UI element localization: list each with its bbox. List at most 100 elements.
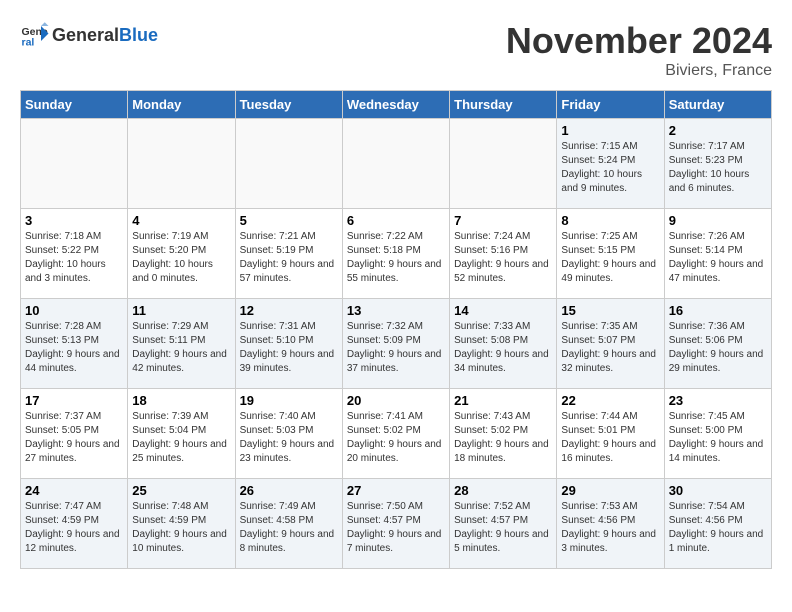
- weekday-header: Tuesday: [235, 91, 342, 119]
- calendar-cell: 12Sunrise: 7:31 AM Sunset: 5:10 PM Dayli…: [235, 299, 342, 389]
- calendar-cell: 18 Sunrise: 7:39 AM Sunset: 5:04 PM Dayli…: [128, 389, 235, 479]
- calendar-body: 1 Sunrise: 7:15 AM Sunset: 5:24 PM Daylig…: [21, 119, 772, 569]
- calendar-cell: 2 Sunrise: 7:17 AM Sunset: 5:23 PM Daylig…: [664, 119, 771, 209]
- calendar-week-row: 24 Sunrise: 7:47 AM Sunset: 4:59 PM Dayli…: [21, 479, 772, 569]
- day-number: 8: [561, 213, 659, 228]
- calendar-cell: 19Sunrise: 7:40 AM Sunset: 5:03 PM Dayli…: [235, 389, 342, 479]
- day-number: 15: [561, 303, 659, 318]
- day-info: Sunrise: 7:35 AM Sunset: 5:07 PM Dayligh…: [561, 320, 659, 376]
- day-number: 28: [454, 483, 552, 498]
- calendar-cell: 1 Sunrise: 7:15 AM Sunset: 5:24 PM Daylig…: [557, 119, 664, 209]
- calendar-week-row: 17 Sunrise: 7:37 AM Sunset: 5:05 PM Dayli…: [21, 389, 772, 479]
- day-number: 17: [25, 393, 123, 408]
- calendar-cell: 29Sunrise: 7:53 AM Sunset: 4:56 PM Dayli…: [557, 479, 664, 569]
- calendar-cell: 11 Sunrise: 7:29 AM Sunset: 5:11 PM Dayli…: [128, 299, 235, 389]
- svg-text:ral: ral: [22, 37, 35, 49]
- day-info: Sunrise: 7:45 AM Sunset: 5:00 PM Dayligh…: [669, 410, 767, 466]
- day-number: 18: [132, 393, 230, 408]
- day-number: 24: [25, 483, 123, 498]
- day-info: Sunrise: 7:36 AM Sunset: 5:06 PM Dayligh…: [669, 320, 767, 376]
- calendar-cell: 27 Sunrise: 7:50 AM Sunset: 4:57 PM Dayli…: [342, 479, 449, 569]
- calendar-cell: 14 Sunrise: 7:33 AM Sunset: 5:08 PM Dayli…: [450, 299, 557, 389]
- day-number: 30: [669, 483, 767, 498]
- calendar-cell: [21, 119, 128, 209]
- weekday-header: Friday: [557, 91, 664, 119]
- calendar-cell: 10 Sunrise: 7:28 AM Sunset: 5:13 PM Dayli…: [21, 299, 128, 389]
- day-number: 20: [347, 393, 445, 408]
- day-number: 27: [347, 483, 445, 498]
- day-info: Sunrise: 7:17 AM Sunset: 5:23 PM Dayligh…: [669, 140, 767, 196]
- calendar-cell: 4 Sunrise: 7:19 AM Sunset: 5:20 PM Daylig…: [128, 209, 235, 299]
- calendar-cell: 26 Sunrise: 7:49 AM Sunset: 4:58 PM Dayli…: [235, 479, 342, 569]
- day-info: Sunrise: 7:43 AM Sunset: 5:02 PM Dayligh…: [454, 410, 552, 466]
- calendar-cell: 20Sunrise: 7:41 AM Sunset: 5:02 PM Dayli…: [342, 389, 449, 479]
- day-info: Sunrise: 7:53 AM Sunset: 4:56 PM Dayligh…: [561, 500, 659, 556]
- day-info: Sunrise: 7:28 AM Sunset: 5:13 PM Dayligh…: [25, 320, 123, 376]
- day-number: 6: [347, 213, 445, 228]
- day-number: 9: [669, 213, 767, 228]
- day-info: Sunrise: 7:26 AM Sunset: 5:14 PM Dayligh…: [669, 230, 767, 286]
- day-number: 23: [669, 393, 767, 408]
- day-info: Sunrise: 7:39 AM Sunset: 5:04 PM Dayligh…: [132, 410, 230, 466]
- calendar-cell: 13Sunrise: 7:32 AM Sunset: 5:09 PM Dayli…: [342, 299, 449, 389]
- calendar-cell: 25 Sunrise: 7:48 AM Sunset: 4:59 PM Dayli…: [128, 479, 235, 569]
- day-number: 22: [561, 393, 659, 408]
- calendar-week-row: 1 Sunrise: 7:15 AM Sunset: 5:24 PM Daylig…: [21, 119, 772, 209]
- day-number: 25: [132, 483, 230, 498]
- day-number: 14: [454, 303, 552, 318]
- day-info: Sunrise: 7:29 AM Sunset: 5:11 PM Dayligh…: [132, 320, 230, 376]
- day-number: 10: [25, 303, 123, 318]
- day-info: Sunrise: 7:25 AM Sunset: 5:15 PM Dayligh…: [561, 230, 659, 286]
- day-info: Sunrise: 7:21 AM Sunset: 5:19 PM Dayligh…: [240, 230, 338, 286]
- calendar-cell: 16Sunrise: 7:36 AM Sunset: 5:06 PM Dayli…: [664, 299, 771, 389]
- calendar-cell: 30 Sunrise: 7:54 AM Sunset: 4:56 PM Dayli…: [664, 479, 771, 569]
- calendar-cell: 8 Sunrise: 7:25 AM Sunset: 5:15 PM Daylig…: [557, 209, 664, 299]
- day-info: Sunrise: 7:37 AM Sunset: 5:05 PM Dayligh…: [25, 410, 123, 466]
- logo-blue: Blue: [119, 25, 158, 45]
- calendar-cell: 21 Sunrise: 7:43 AM Sunset: 5:02 PM Dayli…: [450, 389, 557, 479]
- calendar-cell: 5Sunrise: 7:21 AM Sunset: 5:19 PM Daylig…: [235, 209, 342, 299]
- day-info: Sunrise: 7:50 AM Sunset: 4:57 PM Dayligh…: [347, 500, 445, 556]
- day-number: 19: [240, 393, 338, 408]
- calendar-cell: [450, 119, 557, 209]
- day-info: Sunrise: 7:22 AM Sunset: 5:18 PM Dayligh…: [347, 230, 445, 286]
- calendar-week-row: 10 Sunrise: 7:28 AM Sunset: 5:13 PM Dayli…: [21, 299, 772, 389]
- day-info: Sunrise: 7:47 AM Sunset: 4:59 PM Dayligh…: [25, 500, 123, 556]
- header: Gene ral GeneralBlue November 2024 Bivie…: [20, 20, 772, 80]
- day-info: Sunrise: 7:19 AM Sunset: 5:20 PM Dayligh…: [132, 230, 230, 286]
- calendar-cell: 24 Sunrise: 7:47 AM Sunset: 4:59 PM Dayli…: [21, 479, 128, 569]
- logo-text: GeneralBlue: [52, 25, 158, 46]
- day-info: Sunrise: 7:15 AM Sunset: 5:24 PM Dayligh…: [561, 140, 659, 196]
- day-number: 2: [669, 123, 767, 138]
- day-info: Sunrise: 7:48 AM Sunset: 4:59 PM Dayligh…: [132, 500, 230, 556]
- logo-general: General: [52, 25, 119, 45]
- calendar-cell: [128, 119, 235, 209]
- day-number: 4: [132, 213, 230, 228]
- calendar-cell: 3Sunrise: 7:18 AM Sunset: 5:22 PM Daylig…: [21, 209, 128, 299]
- day-info: Sunrise: 7:54 AM Sunset: 4:56 PM Dayligh…: [669, 500, 767, 556]
- month-title: November 2024: [506, 20, 772, 62]
- day-number: 7: [454, 213, 552, 228]
- day-number: 1: [561, 123, 659, 138]
- day-info: Sunrise: 7:33 AM Sunset: 5:08 PM Dayligh…: [454, 320, 552, 376]
- weekday-header: Saturday: [664, 91, 771, 119]
- weekday-header: Thursday: [450, 91, 557, 119]
- calendar-header-row: SundayMondayTuesdayWednesdayThursdayFrid…: [21, 91, 772, 119]
- calendar-cell: [235, 119, 342, 209]
- calendar-cell: 17 Sunrise: 7:37 AM Sunset: 5:05 PM Dayli…: [21, 389, 128, 479]
- weekday-header: Wednesday: [342, 91, 449, 119]
- day-info: Sunrise: 7:49 AM Sunset: 4:58 PM Dayligh…: [240, 500, 338, 556]
- weekday-header: Sunday: [21, 91, 128, 119]
- logo: Gene ral GeneralBlue: [20, 20, 158, 50]
- day-number: 11: [132, 303, 230, 318]
- day-info: Sunrise: 7:44 AM Sunset: 5:01 PM Dayligh…: [561, 410, 659, 466]
- title-area: November 2024 Biviers, France: [506, 20, 772, 80]
- day-number: 21: [454, 393, 552, 408]
- day-info: Sunrise: 7:31 AM Sunset: 5:10 PM Dayligh…: [240, 320, 338, 376]
- day-info: Sunrise: 7:24 AM Sunset: 5:16 PM Dayligh…: [454, 230, 552, 286]
- calendar-cell: 22 Sunrise: 7:44 AM Sunset: 5:01 PM Dayli…: [557, 389, 664, 479]
- calendar-cell: 28Sunrise: 7:52 AM Sunset: 4:57 PM Dayli…: [450, 479, 557, 569]
- day-number: 26: [240, 483, 338, 498]
- calendar-cell: 9 Sunrise: 7:26 AM Sunset: 5:14 PM Daylig…: [664, 209, 771, 299]
- logo-icon: Gene ral: [20, 20, 50, 50]
